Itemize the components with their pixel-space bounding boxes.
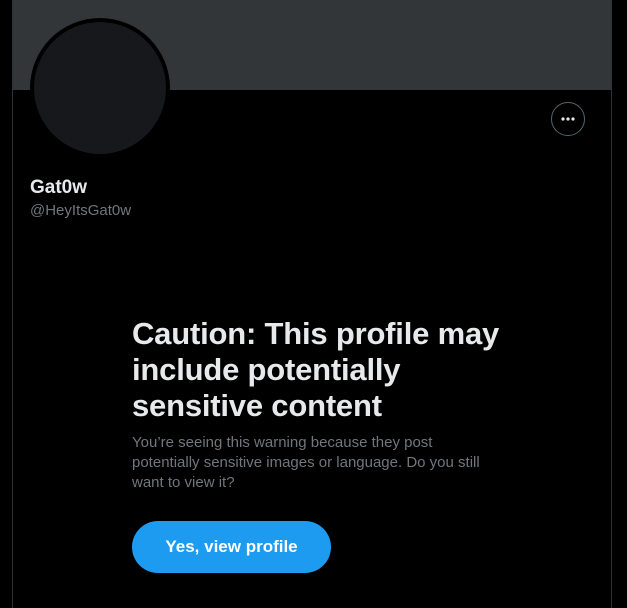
view-profile-button[interactable]: Yes, view profile	[132, 521, 331, 573]
avatar-image	[34, 22, 166, 154]
profile-display-name: Gat0w	[30, 177, 88, 198]
warning-title: Caution: This profile may include potent…	[132, 316, 500, 423]
profile-column: Gat0w @HeyItsGat0w Caution: This profile…	[12, 0, 612, 608]
ellipsis-horizontal-icon	[559, 110, 577, 128]
avatar[interactable]	[30, 18, 170, 158]
profile-handle: @HeyItsGat0w	[30, 202, 132, 219]
warning-description: You’re seeing this warning because they …	[132, 434, 480, 491]
more-options-button[interactable]	[551, 102, 585, 136]
sensitive-content-warning: Caution: This profile may include potent…	[132, 316, 512, 493]
page: Gat0w @HeyItsGat0w Caution: This profile…	[0, 0, 627, 608]
